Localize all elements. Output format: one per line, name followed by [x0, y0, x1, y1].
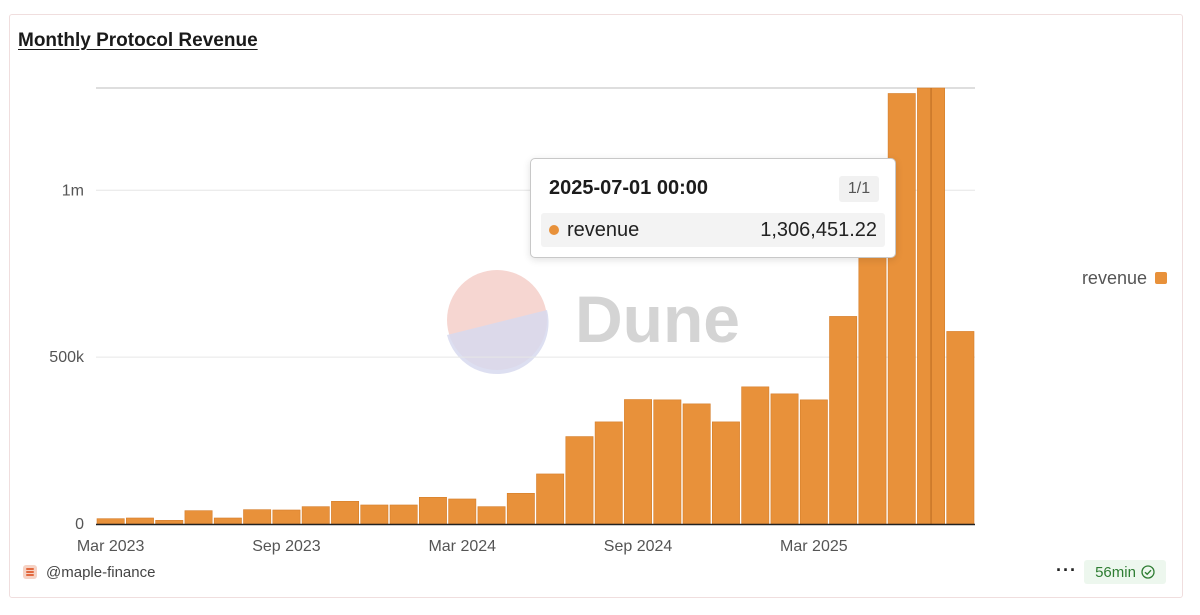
bar-2023-09[interactable]: [272, 509, 301, 525]
bar-2025-01[interactable]: [741, 386, 770, 525]
tooltip-value: 1,306,451.22: [760, 219, 877, 241]
bar-2024-09[interactable]: [624, 399, 653, 525]
tooltip-date: 2025-07-01 00:00: [549, 177, 709, 199]
x-tick-label: Sep 2024: [604, 538, 673, 555]
tooltip-row: revenue 1,306,451.22: [541, 213, 885, 247]
bar-2024-03[interactable]: [448, 498, 477, 525]
dune-watermark-text: Dune: [575, 282, 740, 356]
bar-2024-12[interactable]: [711, 421, 740, 525]
bar-2024-11[interactable]: [682, 403, 711, 525]
bar-2023-05[interactable]: [155, 520, 184, 525]
bar-2024-04[interactable]: [477, 506, 506, 525]
tooltip: 2025-07-01 00:00 1/1 revenue 1,306,451.2…: [530, 158, 896, 258]
bar-2024-08[interactable]: [594, 421, 623, 525]
tooltip-series: revenue: [567, 219, 640, 241]
stacked-layers-icon: [23, 565, 37, 579]
bar-2024-05[interactable]: [506, 492, 535, 525]
dune-watermark: Dune: [447, 270, 740, 375]
bar-2023-12[interactable]: [360, 504, 389, 525]
check-circle-icon: [1141, 565, 1155, 579]
tooltip-page: 1/1: [839, 176, 879, 202]
bar-2024-07[interactable]: [565, 436, 594, 525]
bar-2023-11[interactable]: [331, 501, 359, 525]
x-tick-label: Mar 2023: [77, 538, 145, 555]
tooltip-series-dot: [549, 225, 559, 235]
bar-2023-03[interactable]: [96, 518, 125, 525]
bar-2024-02[interactable]: [418, 497, 447, 525]
legend-label: revenue: [1081, 267, 1147, 288]
bar-2025-03[interactable]: [799, 399, 828, 525]
author-link[interactable]: @maple-finance: [22, 562, 155, 582]
bar-2023-07[interactable]: [213, 517, 242, 525]
bar-2025-08[interactable]: [946, 331, 975, 525]
refresh-badge[interactable]: 56min: [1084, 560, 1166, 584]
x-tick-label: Mar 2025: [780, 538, 848, 555]
bar-2023-08[interactable]: [243, 509, 272, 525]
author-name: @maple-finance: [46, 563, 156, 581]
legend-swatch: [1155, 272, 1167, 284]
y-tick-label: 1m: [62, 182, 84, 199]
bar-2025-02[interactable]: [770, 393, 799, 525]
refresh-badge-text: 56min: [1095, 563, 1136, 581]
x-tick-label: Mar 2024: [428, 538, 496, 555]
bar-2023-04[interactable]: [126, 517, 154, 525]
more-options-button[interactable]: ···: [1056, 560, 1077, 581]
bar-2024-10[interactable]: [653, 399, 682, 525]
bar-chart: Dune 0 500k 1m Mar 2023 Sep 2023 Mar 2024 Sep…: [49, 87, 975, 555]
y-tick-label: 0: [75, 516, 84, 533]
bar-2024-01[interactable]: [389, 504, 418, 525]
bar-2023-06[interactable]: [184, 510, 213, 525]
bar-2025-04[interactable]: [829, 316, 858, 525]
y-tick-label: 500k: [49, 349, 85, 366]
bar-2023-10[interactable]: [301, 506, 330, 525]
x-tick-label: Sep 2023: [252, 538, 321, 555]
legend-item-revenue[interactable]: revenue: [1082, 267, 1167, 289]
bar-2024-06[interactable]: [536, 473, 565, 525]
